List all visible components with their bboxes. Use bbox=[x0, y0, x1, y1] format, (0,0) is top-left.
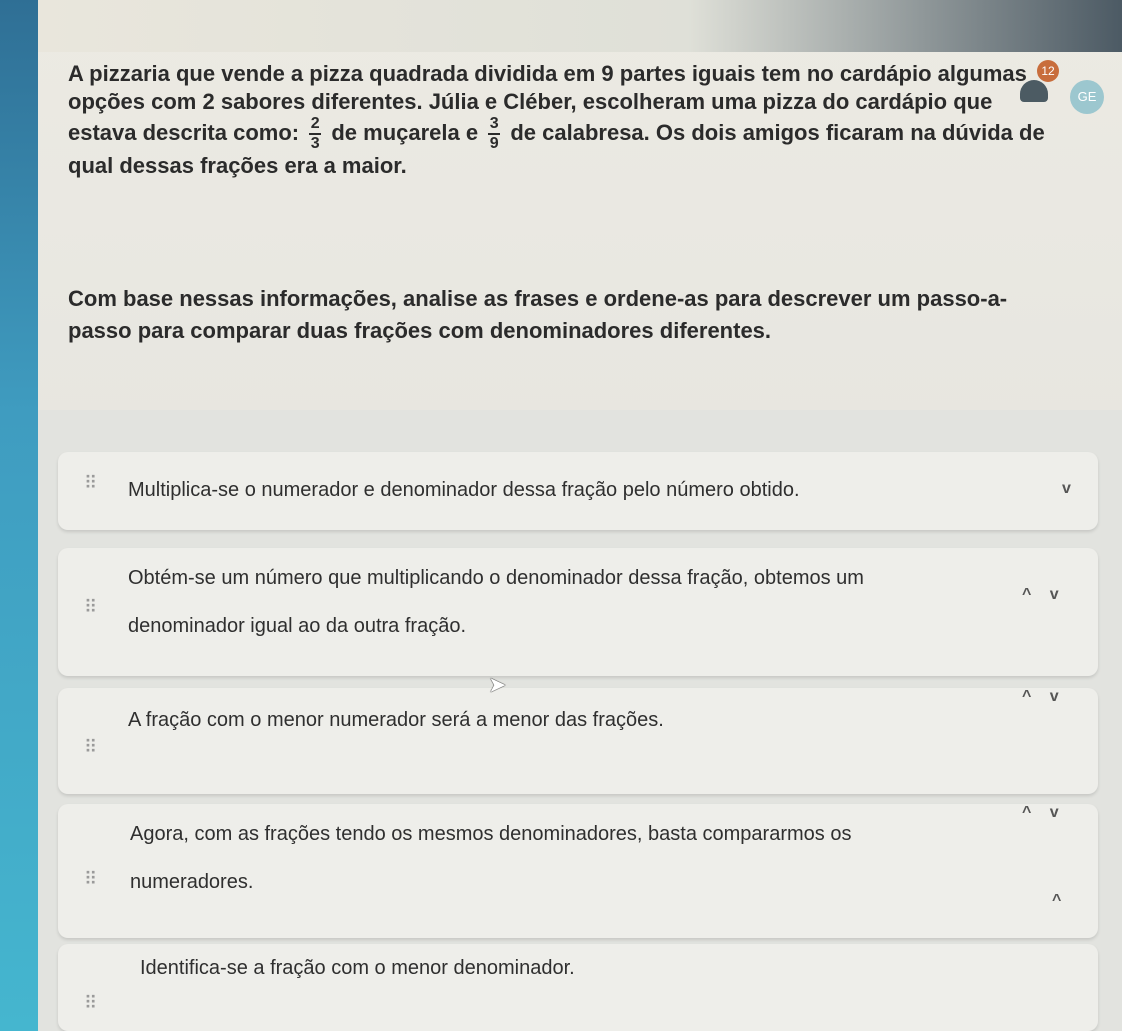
item-arrows: ^ bbox=[1038, 892, 1061, 910]
move-down-icon[interactable]: v bbox=[1050, 688, 1059, 705]
ordering-item[interactable]: ⠿ Multiplica-se o numerador e denominado… bbox=[58, 452, 1098, 530]
fraction-numerator: 3 bbox=[489, 115, 499, 132]
ordering-item[interactable]: ⠿ Identifica-se a fração com o menor den… bbox=[58, 944, 1098, 1031]
question-line: opções com 2 sabores diferentes. Júlia e… bbox=[68, 89, 993, 114]
desktop-left-edge bbox=[0, 0, 38, 1031]
move-down-icon[interactable]: v bbox=[1062, 480, 1071, 497]
instruction-line: passo para comparar duas frações com den… bbox=[68, 318, 772, 343]
ordering-item-text: Identifica-se a fração com o menor denom… bbox=[140, 957, 575, 979]
fraction-numerator: 2 bbox=[310, 115, 320, 132]
instruction-line: Com base nessas informações, analise as … bbox=[68, 286, 1008, 311]
ordering-item-text: Agora, com as frações tendo os mesmos de… bbox=[130, 823, 852, 845]
ordering-item-text: A fração com o menor numerador será a me… bbox=[128, 709, 664, 731]
move-up-icon[interactable]: ^ bbox=[1022, 586, 1031, 603]
move-up-icon[interactable]: ^ bbox=[1022, 804, 1031, 821]
question-line-fractions: estava descrita como: 2 3 de muçarela e … bbox=[68, 116, 1088, 152]
ordering-item-text: denominador igual ao da outra fração. bbox=[128, 615, 467, 637]
question-text-part: estava descrita como: bbox=[68, 119, 300, 145]
instruction-text: Com base nessas informações, analise as … bbox=[68, 283, 1088, 347]
drag-handle-icon[interactable]: ⠿ bbox=[84, 738, 97, 756]
ordering-item-text: Obtém-se um número que multiplicando o d… bbox=[128, 567, 864, 589]
ordering-item[interactable]: ⠿ Obtém-se um número que multiplicando o… bbox=[58, 548, 1098, 676]
question-line: qual dessas frações era a maior. bbox=[68, 153, 407, 178]
item-arrows: ^ v bbox=[1008, 688, 1059, 706]
question-line: A pizzaria que vende a pizza quadrada di… bbox=[68, 61, 1027, 86]
ordering-item-text: numeradores. bbox=[130, 871, 254, 893]
drag-handle-icon[interactable]: ⠿ bbox=[84, 870, 97, 888]
ordering-item-text: Multiplica-se o numerador e denominador … bbox=[128, 479, 800, 501]
drag-handle-icon[interactable]: ⠿ bbox=[84, 474, 97, 492]
question-text: A pizzaria que vende a pizza quadrada di… bbox=[68, 60, 1088, 180]
top-bar bbox=[38, 0, 1122, 52]
item-arrows: ^ v bbox=[1008, 586, 1059, 604]
mouse-cursor-icon: ➤ bbox=[488, 672, 507, 697]
fraction-mozzarella: 2 3 bbox=[309, 115, 322, 152]
fraction-denominator: 9 bbox=[489, 135, 499, 152]
move-down-icon[interactable]: v bbox=[1050, 804, 1059, 821]
item-arrows: v bbox=[1048, 480, 1071, 498]
fraction-calabresa: 3 9 bbox=[488, 115, 501, 152]
item-arrows: ^ v bbox=[1008, 804, 1059, 822]
drag-handle-icon[interactable]: ⠿ bbox=[84, 598, 97, 616]
question-text-part: de calabresa. Os dois amigos ficaram na … bbox=[510, 119, 1045, 145]
drag-handle-icon[interactable]: ⠿ bbox=[84, 994, 97, 1012]
move-down-icon[interactable]: v bbox=[1050, 586, 1059, 603]
question-text-part: de muçarela e bbox=[331, 119, 479, 145]
fraction-denominator: 3 bbox=[310, 135, 320, 152]
move-up-icon[interactable]: ^ bbox=[1052, 892, 1061, 909]
move-up-icon[interactable]: ^ bbox=[1022, 688, 1031, 705]
ordering-item[interactable]: ⠿ A fração com o menor numerador será a … bbox=[58, 688, 1098, 794]
ordering-item[interactable]: ⠿ Agora, com as frações tendo os mesmos … bbox=[58, 804, 1098, 938]
